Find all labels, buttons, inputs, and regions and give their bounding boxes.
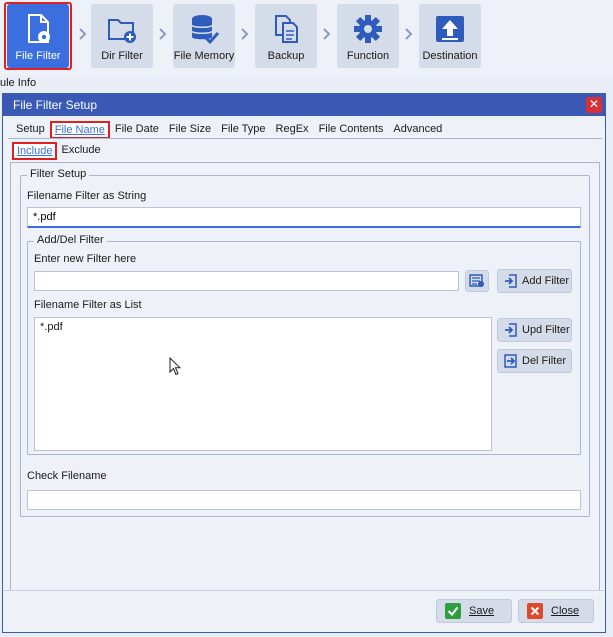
check-filename-label: Check Filename: [27, 470, 107, 482]
file-filter-button[interactable]: File Filter: [7, 4, 69, 68]
filter-setup-title: Filter Setup: [27, 168, 90, 180]
subtab-bar: Include Exclude: [12, 142, 105, 160]
dir-filter-label: Dir Filter: [101, 50, 143, 62]
tab-file-type[interactable]: File Type: [216, 121, 270, 139]
close-icon: [527, 603, 543, 619]
arrow-into-file-icon: [504, 274, 518, 288]
destination-button[interactable]: Destination: [419, 4, 481, 68]
tab-advanced[interactable]: Advanced: [388, 121, 447, 139]
check-icon: [445, 603, 461, 619]
function-label: Function: [346, 50, 390, 62]
file-memory-label: File Memory: [173, 50, 235, 62]
file-gear-icon: [21, 12, 55, 46]
gear-icon: [351, 12, 385, 46]
file-memory-button[interactable]: File Memory: [173, 4, 235, 68]
check-filename-input[interactable]: [27, 490, 581, 510]
tab-file-name[interactable]: File Name: [49, 121, 110, 139]
add-filter-button[interactable]: Add Filter: [497, 269, 572, 293]
backup-button[interactable]: Backup: [255, 4, 317, 68]
add-del-filter-group: Add/Del Filter Enter new Filter here Add…: [27, 234, 581, 455]
filter-setup-group: Filter Setup Filename Filter as String A…: [20, 168, 590, 517]
subtab-exclude[interactable]: Exclude: [57, 142, 104, 160]
new-filter-label: Enter new Filter here: [34, 253, 137, 265]
dir-filter-button[interactable]: Dir Filter: [91, 4, 153, 68]
upd-filter-button[interactable]: Upd Filter: [497, 318, 572, 342]
add-filter-label: Add Filter: [522, 275, 570, 287]
background-section-label: ule Info: [0, 77, 37, 89]
include-pane: Filter Setup Filename Filter as String A…: [10, 162, 600, 592]
new-filter-input[interactable]: [34, 271, 459, 291]
upload-icon: [433, 12, 467, 46]
tab-setup[interactable]: Setup: [11, 121, 50, 139]
close-icon[interactable]: ✕: [586, 97, 602, 113]
dialog-footer: Save Close: [3, 590, 605, 632]
mouse-pointer-icon: [169, 357, 181, 376]
add-del-filter-title: Add/Del Filter: [34, 234, 107, 246]
function-button[interactable]: Function: [337, 4, 399, 68]
dialog-title: File Filter Setup: [13, 98, 98, 112]
save-button[interactable]: Save: [436, 599, 512, 623]
file-filter-label: File Filter: [15, 50, 61, 62]
tab-bar: Setup File Name File Date File Size File…: [11, 121, 447, 139]
backup-label: Backup: [267, 50, 305, 62]
ribbon-toolbar: File Filter Dir Filter File Memory Backu…: [0, 0, 613, 76]
arrow-out-file-icon: [504, 354, 518, 368]
filename-string-label: Filename Filter as String: [27, 190, 147, 202]
upd-filter-label: Upd Filter: [522, 324, 570, 336]
close-label: Close: [551, 605, 580, 617]
list-item[interactable]: *.pdf: [35, 318, 491, 336]
chevron-right-icon: [241, 28, 249, 40]
folder-add-icon: [105, 12, 139, 46]
database-check-icon: [187, 12, 221, 46]
close-button[interactable]: Close: [518, 599, 594, 623]
destination-label: Destination: [422, 50, 478, 62]
filename-string-input[interactable]: [27, 207, 581, 228]
chevron-right-icon: [405, 28, 413, 40]
filter-list-label: Filename Filter as List: [34, 299, 142, 311]
filter-list-picker-button[interactable]: [465, 270, 489, 292]
tab-file-size[interactable]: File Size: [164, 121, 216, 139]
subtab-include[interactable]: Include: [12, 142, 58, 160]
copy-files-icon: [269, 12, 303, 46]
chevron-right-icon: [323, 28, 331, 40]
file-filter-setup-dialog: File Filter Setup ✕ Setup File Name File…: [2, 93, 606, 633]
arrow-into-file-icon: [504, 323, 518, 337]
save-label: Save: [469, 605, 495, 617]
tab-file-date[interactable]: File Date: [110, 121, 164, 139]
dialog-titlebar: File Filter Setup ✕: [3, 94, 605, 116]
list-picker-icon: [469, 274, 484, 287]
del-filter-label: Del Filter: [522, 355, 567, 367]
filter-list[interactable]: *.pdf: [34, 317, 492, 451]
del-filter-button[interactable]: Del Filter: [497, 349, 572, 373]
tab-divider: [8, 138, 602, 139]
tab-regex[interactable]: RegEx: [271, 121, 314, 139]
chevron-right-icon: [79, 28, 87, 40]
tab-file-contents[interactable]: File Contents: [314, 121, 389, 139]
chevron-right-icon: [159, 28, 167, 40]
